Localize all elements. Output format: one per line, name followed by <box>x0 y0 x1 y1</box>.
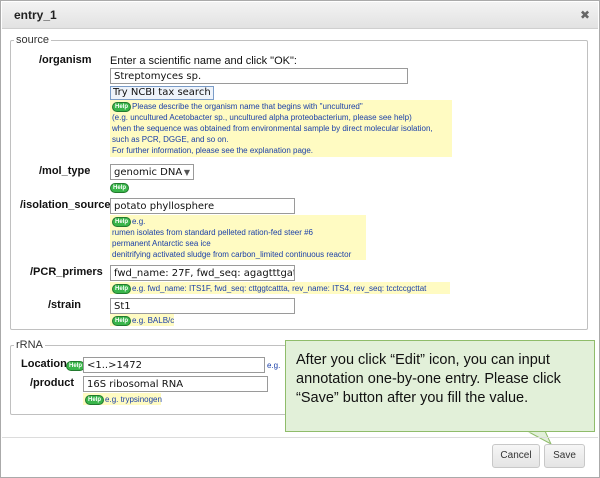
strain-label: /strain <box>48 299 82 311</box>
help-icon[interactable]: Help <box>85 395 105 405</box>
organism-input[interactable]: Streptomyces sp. <box>110 68 408 84</box>
help-icon[interactable]: Help <box>112 102 132 112</box>
chevron-down-icon: ▼ <box>183 168 190 177</box>
isolation-source-help-box: Help e.g. rumen isolates from standard pe… <box>110 215 366 260</box>
strain-help-text: e.g. BALB/c <box>132 316 175 325</box>
organism-label: /organism <box>39 54 92 66</box>
cancel-button[interactable]: Cancel <box>492 444 540 468</box>
isolation-source-help-line: e.g. <box>132 217 146 226</box>
callout-line: “Save” button after you fill the value. <box>296 390 529 406</box>
pcr-primers-help-text: e.g. fwd_name: ITS1F, fwd_seq: cttggtcat… <box>132 284 427 293</box>
pcr-primers-label: /PCR_primers <box>30 266 103 278</box>
isolation-source-input[interactable]: potato phyllosphere <box>110 198 295 214</box>
help-icon[interactable]: Help <box>112 217 132 227</box>
organism-help-line: such as PCR, DGGE, and so on. <box>112 135 229 144</box>
help-icon[interactable]: Help <box>110 183 130 193</box>
ncbi-tax-search-button[interactable]: Try NCBI tax search <box>110 86 214 100</box>
organism-help-line: For further information, please see the … <box>112 146 314 155</box>
isolation-source-help-line: denitrifying activated sludge from carbo… <box>112 250 352 259</box>
footer-divider <box>2 437 598 438</box>
save-button[interactable]: Save <box>544 444 585 468</box>
source-legend: source <box>16 34 50 46</box>
dialog-titlebar: entry_1 ✖ <box>2 2 598 29</box>
help-icon[interactable]: Help <box>112 284 132 294</box>
product-help-text: e.g. trypsinogen <box>105 395 162 404</box>
callout-line: annotation one-by-one entry. Please clic… <box>296 371 561 387</box>
location-label: Location <box>21 358 67 370</box>
location-help-text: e.g. <box>267 361 281 370</box>
help-icon[interactable]: Help <box>112 316 132 326</box>
organism-help-box: Help Please describe the organism name th… <box>110 100 452 157</box>
pcr-primers-input[interactable]: fwd_name: 27F, fwd_seq: agagtttgatcm <box>110 265 295 281</box>
pcr-primers-help-box: Help e.g. fwd_name: ITS1F, fwd_seq: cttgg… <box>110 282 450 294</box>
organism-instruction: Enter a scientific name and click "OK": <box>110 55 297 67</box>
isolation-source-label: /isolation_source <box>20 199 111 211</box>
mol-type-label: /mol_type <box>39 165 91 177</box>
isolation-source-help-line: rumen isolates from standard pelleted ra… <box>112 228 313 237</box>
instruction-callout: After you click “Edit” icon, you can inp… <box>285 340 595 432</box>
entry-dialog: entry_1 ✖ source /organism Enter a scien… <box>0 0 600 478</box>
rrna-legend: rRNA <box>16 339 43 351</box>
mol-type-select[interactable]: genomic DNA ▼ <box>110 164 194 180</box>
callout-pointer <box>526 431 553 445</box>
close-icon[interactable]: ✖ <box>578 8 592 22</box>
strain-help-box: Help e.g. BALB/c <box>110 314 174 326</box>
mol-type-value: genomic DNA <box>114 167 183 178</box>
product-input[interactable]: 16S ribosomal RNA <box>83 376 268 392</box>
strain-input[interactable]: St1 <box>110 298 295 314</box>
isolation-source-help-line: permanent Antarctic sea ice <box>112 239 211 248</box>
organism-help-line: when the sequence was obtained from envi… <box>112 124 433 133</box>
organism-help-line: (e.g. uncultured Acetobacter sp., uncult… <box>112 113 412 122</box>
dialog-title: entry_1 <box>14 8 57 22</box>
product-help-box: Help e.g. trypsinogen <box>83 393 162 405</box>
location-input[interactable]: <1..>1472 <box>83 357 265 373</box>
callout-line: After you click “Edit” icon, you can inp… <box>296 352 550 368</box>
product-label: /product <box>30 377 74 389</box>
organism-help-line: Please describe the organism name that b… <box>132 102 363 111</box>
